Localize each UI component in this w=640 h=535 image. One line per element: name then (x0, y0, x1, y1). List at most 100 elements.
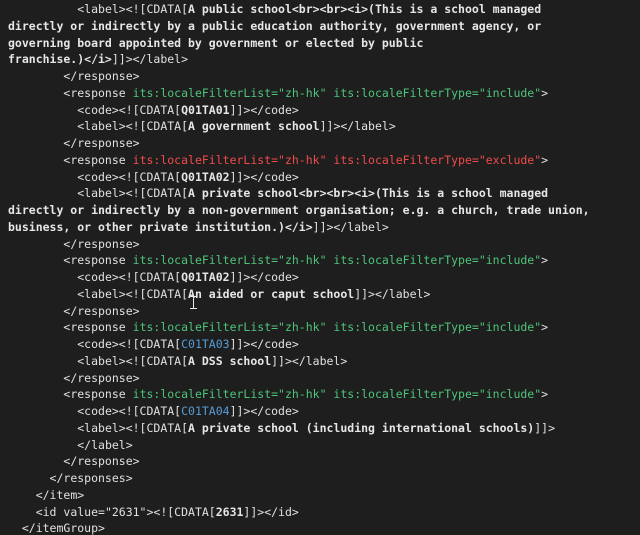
code-token: directly or indirectly by a non-governme… (8, 203, 590, 217)
code-token: > (541, 387, 549, 402)
code-line: governing board appointed by government … (8, 35, 423, 52)
code-line: </response> (8, 68, 140, 85)
code-token: A public school<br><br><i>(This is a sch… (188, 2, 542, 16)
code-line: directly or indirectly by a non-governme… (8, 202, 590, 219)
code-line: <code><![CDATA[Q01TA02]]></code> (8, 169, 299, 186)
code-token: its:localeFilterList="zh-hk" its:localeF… (132, 253, 542, 268)
code-line: <response its:localeFilterList="zh-hk" i… (8, 85, 548, 102)
code-token: </item> (35, 487, 85, 502)
code-token: </response> (63, 370, 140, 385)
code-token: A private school<br><br><i>(This is a sc… (188, 186, 549, 201)
code-token: business, or other private institution.)… (8, 219, 313, 234)
code-token: its:localeFilterList="zh-hk" its:localeF… (132, 320, 542, 335)
code-token: <response (63, 387, 133, 402)
code-token: ]]></code> (229, 102, 299, 117)
code-token: ]]></code> (229, 270, 299, 284)
code-line: <code><![CDATA[C01TA03]]></code> (8, 336, 299, 353)
code-token: <label><![CDATA[ (77, 2, 189, 16)
code-token: <response (63, 85, 133, 100)
code-token: <code><![CDATA[ (77, 404, 182, 418)
code-token: </response> (63, 69, 140, 83)
code-token: 2631 (215, 504, 244, 519)
code-line: </response> (8, 135, 140, 152)
code-token: > (541, 152, 549, 167)
code-line: </label> (8, 437, 132, 454)
code-token: <label><![CDATA[ (77, 286, 189, 301)
code-line: <code><![CDATA[Q01TA02]]></code> (8, 269, 299, 286)
code-token: ]]></label> (271, 353, 348, 368)
code-token: A DSS school (188, 353, 272, 368)
code-line: <label><![CDATA[An aided or caput school… (8, 286, 430, 303)
code-token: C01TA04 (181, 404, 230, 418)
code-token: ]]></code> (229, 404, 299, 418)
code-token: its:localeFilterList="zh-hk" its:localeF… (132, 85, 542, 100)
code-token: <label><![CDATA[ (77, 353, 189, 368)
code-token: Q01TA02 (181, 270, 230, 284)
code-token: ]]> (534, 420, 555, 435)
code-line: <label><![CDATA[A private school<br><br>… (8, 185, 548, 202)
code-token: <code><![CDATA[ (77, 270, 182, 284)
code-line: <code><![CDATA[Q01TA01]]></code> (8, 102, 299, 119)
code-token: > (541, 85, 549, 100)
code-token: </response> (63, 454, 140, 469)
code-token: directly or indirectly by a public educa… (8, 18, 542, 33)
xml-code-editor[interactable]: <label><![CDATA[A public school<br><br><… (0, 0, 640, 535)
code-line: </response> (8, 453, 140, 470)
code-token: C01TA03 (181, 337, 230, 351)
code-token: </response> (63, 136, 140, 150)
code-token: <code><![CDATA[ (77, 169, 182, 184)
code-token: ]]></label> (312, 219, 389, 234)
code-line: <label><![CDATA[A private school (includ… (8, 420, 555, 437)
code-line: franchise.)</i>]]></label> (8, 51, 188, 68)
code-token: franchise.)</i> (8, 52, 112, 67)
code-token: governing board appointed by government … (8, 35, 424, 50)
code-token: <label><![CDATA[ (77, 119, 189, 134)
code-token: </response> (63, 236, 140, 251)
code-line: <label><![CDATA[A government school]]></… (8, 118, 396, 135)
code-token: <response (63, 152, 133, 167)
code-token: <code><![CDATA[ (77, 337, 182, 351)
code-token: ]]></id> (243, 504, 299, 519)
code-line: </response> (8, 236, 140, 253)
code-line: <response its:localeFilterList="zh-hk" i… (8, 319, 548, 336)
code-token: <code><![CDATA[ (77, 102, 182, 117)
code-token: </itemGroup> (21, 521, 105, 535)
code-token: A government school (188, 119, 320, 134)
code-token: <label><![CDATA[ (77, 420, 189, 435)
code-line: <label><![CDATA[A DSS school]]></label> (8, 353, 347, 370)
code-line: directly or indirectly by a public educa… (8, 18, 541, 35)
code-line: <response its:localeFilterList="zh-hk" i… (8, 252, 548, 269)
code-token: its:localeFilterList="zh-hk" its:localeF… (132, 152, 542, 167)
code-token: ]]></code> (229, 169, 299, 184)
code-line: </itemGroup> (8, 520, 105, 535)
code-token: <response (63, 320, 133, 335)
code-token: > (541, 253, 549, 268)
code-token: A private school (including internationa… (188, 420, 535, 435)
code-token: <id value="2631"><![CDATA[ (35, 504, 216, 519)
code-token: > (541, 320, 549, 335)
code-line: </response> (8, 370, 140, 387)
